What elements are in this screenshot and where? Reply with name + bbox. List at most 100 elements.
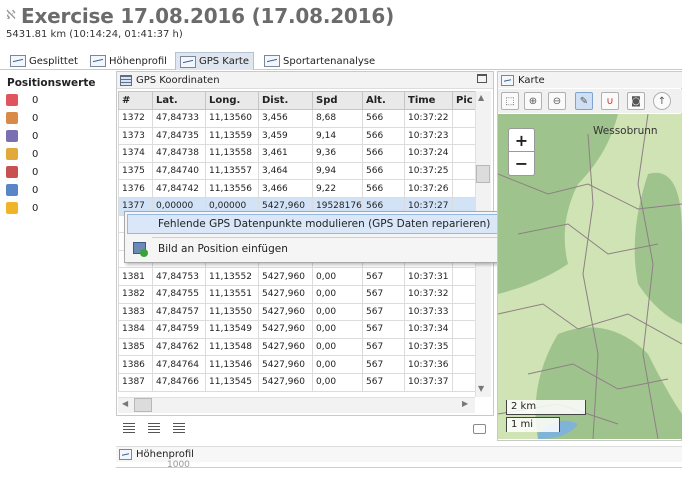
table-cell: 1381 <box>118 267 153 286</box>
table-row[interactable]: 1387 47,84766 11,13545 5427,960 0,00 567 10:37… <box>118 372 476 392</box>
table-cell: 11,13549 <box>205 320 259 339</box>
table-cell: 47,84753 <box>152 267 206 286</box>
zoom-out-tool-icon[interactable]: ⊖ <box>548 92 566 110</box>
table-cell: 9,94 <box>312 161 363 181</box>
select-area-icon[interactable]: ⬚ <box>501 92 519 110</box>
align-center-icon[interactable] <box>148 423 160 433</box>
gps-map-icon <box>180 55 196 68</box>
table-cell: 5427,960 <box>258 320 313 339</box>
table-cell: 47,84740 <box>152 161 206 181</box>
table-row[interactable]: 1386 47,84764 11,13546 5427,960 0,00 567 10:37… <box>118 355 476 374</box>
table-cell: 1372 <box>118 109 153 128</box>
scroll-right-icon[interactable]: ▶ <box>462 399 468 408</box>
position-value: 0 <box>32 130 39 142</box>
menu-item-label[interactable]: Fehlende GPS Datenpunkte modulieren (GPS… <box>158 218 490 230</box>
table-cell: 10:37:23 <box>404 126 453 146</box>
table-row[interactable]: 1384 47,84759 11,13549 5427,960 0,00 567 10:37… <box>118 320 476 339</box>
column-header[interactable]: Long. <box>205 91 259 110</box>
table-cell: 3,466 <box>258 179 313 198</box>
magnet-icon[interactable]: ∪ <box>601 92 619 110</box>
table-cell: 47,84738 <box>152 144 206 163</box>
pan-tool-icon[interactable]: ✎ <box>575 92 593 110</box>
position-value: 0 <box>32 112 39 124</box>
table-cell: 566 <box>362 161 405 181</box>
table-row[interactable]: 1383 47,84757 11,13550 5427,960 0,00 567 10:37… <box>118 302 476 322</box>
map-place-label: Wessobrunn <box>593 125 658 137</box>
table-cell: 47,84733 <box>152 109 206 128</box>
column-header[interactable]: Lat. <box>152 91 206 110</box>
tab-label: Sportartenanalyse <box>283 55 376 67</box>
menu-item-insert-image[interactable]: Bild an Position einfügen <box>158 243 288 255</box>
position-value-row: 0 <box>6 93 38 107</box>
cadence-icon <box>6 130 18 142</box>
map-zoom-in-button[interactable]: + <box>508 128 535 152</box>
column-header[interactable]: # <box>118 91 153 110</box>
column-header[interactable]: Time <box>404 91 453 110</box>
table-cell: 3,459 <box>258 126 313 146</box>
table-cell: 0,00 <box>312 372 363 392</box>
tab-sportartenanalyse[interactable]: Sportartenanalyse <box>260 52 379 70</box>
position-value: 0 <box>32 148 39 160</box>
table-cell: 47,84762 <box>152 337 206 357</box>
position-value: 0 <box>32 166 39 178</box>
zoom-in-tool-icon[interactable]: ⊕ <box>524 92 542 110</box>
table-cell: 10:37:24 <box>404 144 453 163</box>
table-cell: 0,00 <box>312 267 363 286</box>
column-header[interactable]: Dist. <box>258 91 313 110</box>
scroll-down-icon[interactable]: ▼ <box>478 384 484 393</box>
map-zoom-out-button[interactable]: − <box>508 152 535 176</box>
table-cell: 47,84755 <box>152 284 206 304</box>
scroll-left-icon[interactable]: ◀ <box>122 399 128 408</box>
align-left-icon[interactable] <box>123 423 135 433</box>
upload-icon[interactable]: ↑ <box>653 92 671 110</box>
table-cell: 567 <box>362 355 405 374</box>
map-scale-mi: 1 mi <box>506 417 560 432</box>
table-cell: 9,36 <box>312 144 363 163</box>
table-cell <box>452 267 476 286</box>
table-row[interactable]: 1375 47,84740 11,13557 3,464 9,94 566 10:37:25 <box>118 161 476 181</box>
table-cell <box>452 302 476 322</box>
camera-tool-icon[interactable]: ◙ <box>627 92 645 110</box>
maximize-icon[interactable] <box>477 74 487 83</box>
position-value: 0 <box>32 184 39 196</box>
horizontal-scrollbar[interactable] <box>118 397 475 413</box>
table-row[interactable]: 1381 47,84753 11,13552 5427,960 0,00 567 10:37… <box>118 267 476 286</box>
table-cell: 9,14 <box>312 126 363 146</box>
table-cell <box>452 372 476 392</box>
tab-hoehenprofil[interactable]: Höhenprofil <box>86 52 171 70</box>
table-row[interactable]: 1376 47,84742 11,13556 3,466 9,22 566 10:37:26 <box>118 179 476 198</box>
table-cell: 47,84766 <box>152 372 206 392</box>
align-right-icon[interactable] <box>173 423 185 433</box>
table-cell: 5427,960 <box>258 372 313 392</box>
tab-gps-karte[interactable]: GPS Karte <box>175 52 254 70</box>
table-cell: 47,84764 <box>152 355 206 374</box>
table-cell <box>452 337 476 357</box>
camera-icon[interactable] <box>473 424 486 434</box>
table-cell <box>452 161 476 181</box>
scroll-up-icon[interactable]: ▲ <box>478 93 484 102</box>
horizontal-scroll-thumb[interactable] <box>134 398 152 412</box>
column-header[interactable]: Spd <box>312 91 363 110</box>
position-value-row: 0 <box>6 111 38 125</box>
table-cell: 11,13559 <box>205 126 259 146</box>
column-header[interactable]: Pic <box>452 91 476 110</box>
table-row[interactable]: 1385 47,84762 11,13548 5427,960 0,00 567 10:37… <box>118 337 476 357</box>
table-cell: 566 <box>362 144 405 163</box>
position-value-row: 0 <box>6 201 38 215</box>
table-cell: 0,00 <box>312 302 363 322</box>
speedometer-icon <box>6 112 18 124</box>
column-header[interactable]: Alt. <box>362 91 405 110</box>
table-row[interactable]: 1374 47,84738 11,13558 3,461 9,36 566 10:37:24 <box>118 144 476 163</box>
tab-gesplittet[interactable]: Gesplittet <box>6 52 82 70</box>
table-row[interactable]: 1372 47,84733 11,13560 3,456 8,68 566 10:37:22 <box>118 109 476 128</box>
table-cell: 10:37:32 <box>404 284 453 304</box>
position-value-row: 0 <box>6 183 38 197</box>
table-cell <box>452 179 476 198</box>
gear-icon <box>6 184 18 196</box>
table-cell: 11,13551 <box>205 284 259 304</box>
table-row[interactable]: 1382 47,84755 11,13551 5427,960 0,00 567 10:37… <box>118 284 476 304</box>
vertical-scroll-thumb[interactable] <box>476 165 490 183</box>
table-row[interactable]: 1373 47,84735 11,13559 3,459 9,14 566 10:37:23 <box>118 126 476 146</box>
position-value-row: 0 <box>6 165 38 179</box>
elevation-panel-title: Höhenprofil <box>136 449 194 460</box>
